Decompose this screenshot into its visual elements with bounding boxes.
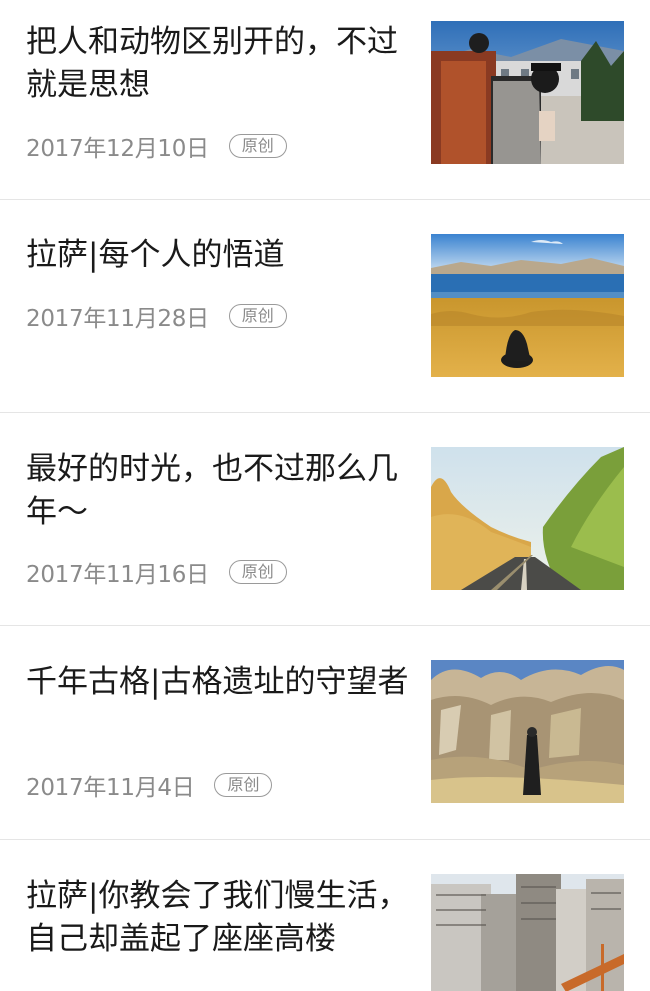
article-item[interactable]: 把人和动物区别开的，不过就是思想 2017年12月10日 原创 — [0, 0, 650, 200]
article-title: 拉萨|你教会了我们慢生活，自己却盖起了座座高楼 — [26, 878, 409, 957]
article-thumbnail — [431, 21, 624, 164]
article-item[interactable]: 拉萨|你教会了我们慢生活，自己却盖起了座座高楼 — [0, 840, 650, 991]
article-title: 千年古格|古格遗址的守望者 — [26, 664, 409, 700]
article-thumbnail — [431, 874, 624, 991]
article-thumbnail — [431, 234, 624, 377]
article-thumbnail — [431, 447, 624, 590]
article-item[interactable]: 拉萨|每个人的悟道 2017年11月28日 原创 — [0, 200, 650, 413]
article-thumbnail — [431, 660, 624, 803]
original-badge: 原创 — [228, 560, 287, 584]
original-badge: 原创 — [228, 304, 287, 328]
article-date: 2017年11月28日 — [26, 306, 209, 332]
article-title: 拉萨|每个人的悟道 — [26, 237, 285, 273]
article-item[interactable]: 千年古格|古格遗址的守望者 2017年11月4日 原创 — [0, 626, 650, 840]
article-title: 最好的时光，也不过那么几年～ — [26, 451, 398, 530]
original-badge: 原创 — [214, 773, 273, 797]
article-item[interactable]: 最好的时光，也不过那么几年～ 2017年11月16日 原创 — [0, 413, 650, 626]
article-title: 把人和动物区别开的，不过就是思想 — [26, 24, 398, 103]
article-date: 2017年11月16日 — [26, 562, 209, 588]
article-date: 2017年11月4日 — [26, 775, 195, 801]
article-date: 2017年12月10日 — [26, 136, 209, 162]
original-badge: 原创 — [228, 134, 287, 158]
